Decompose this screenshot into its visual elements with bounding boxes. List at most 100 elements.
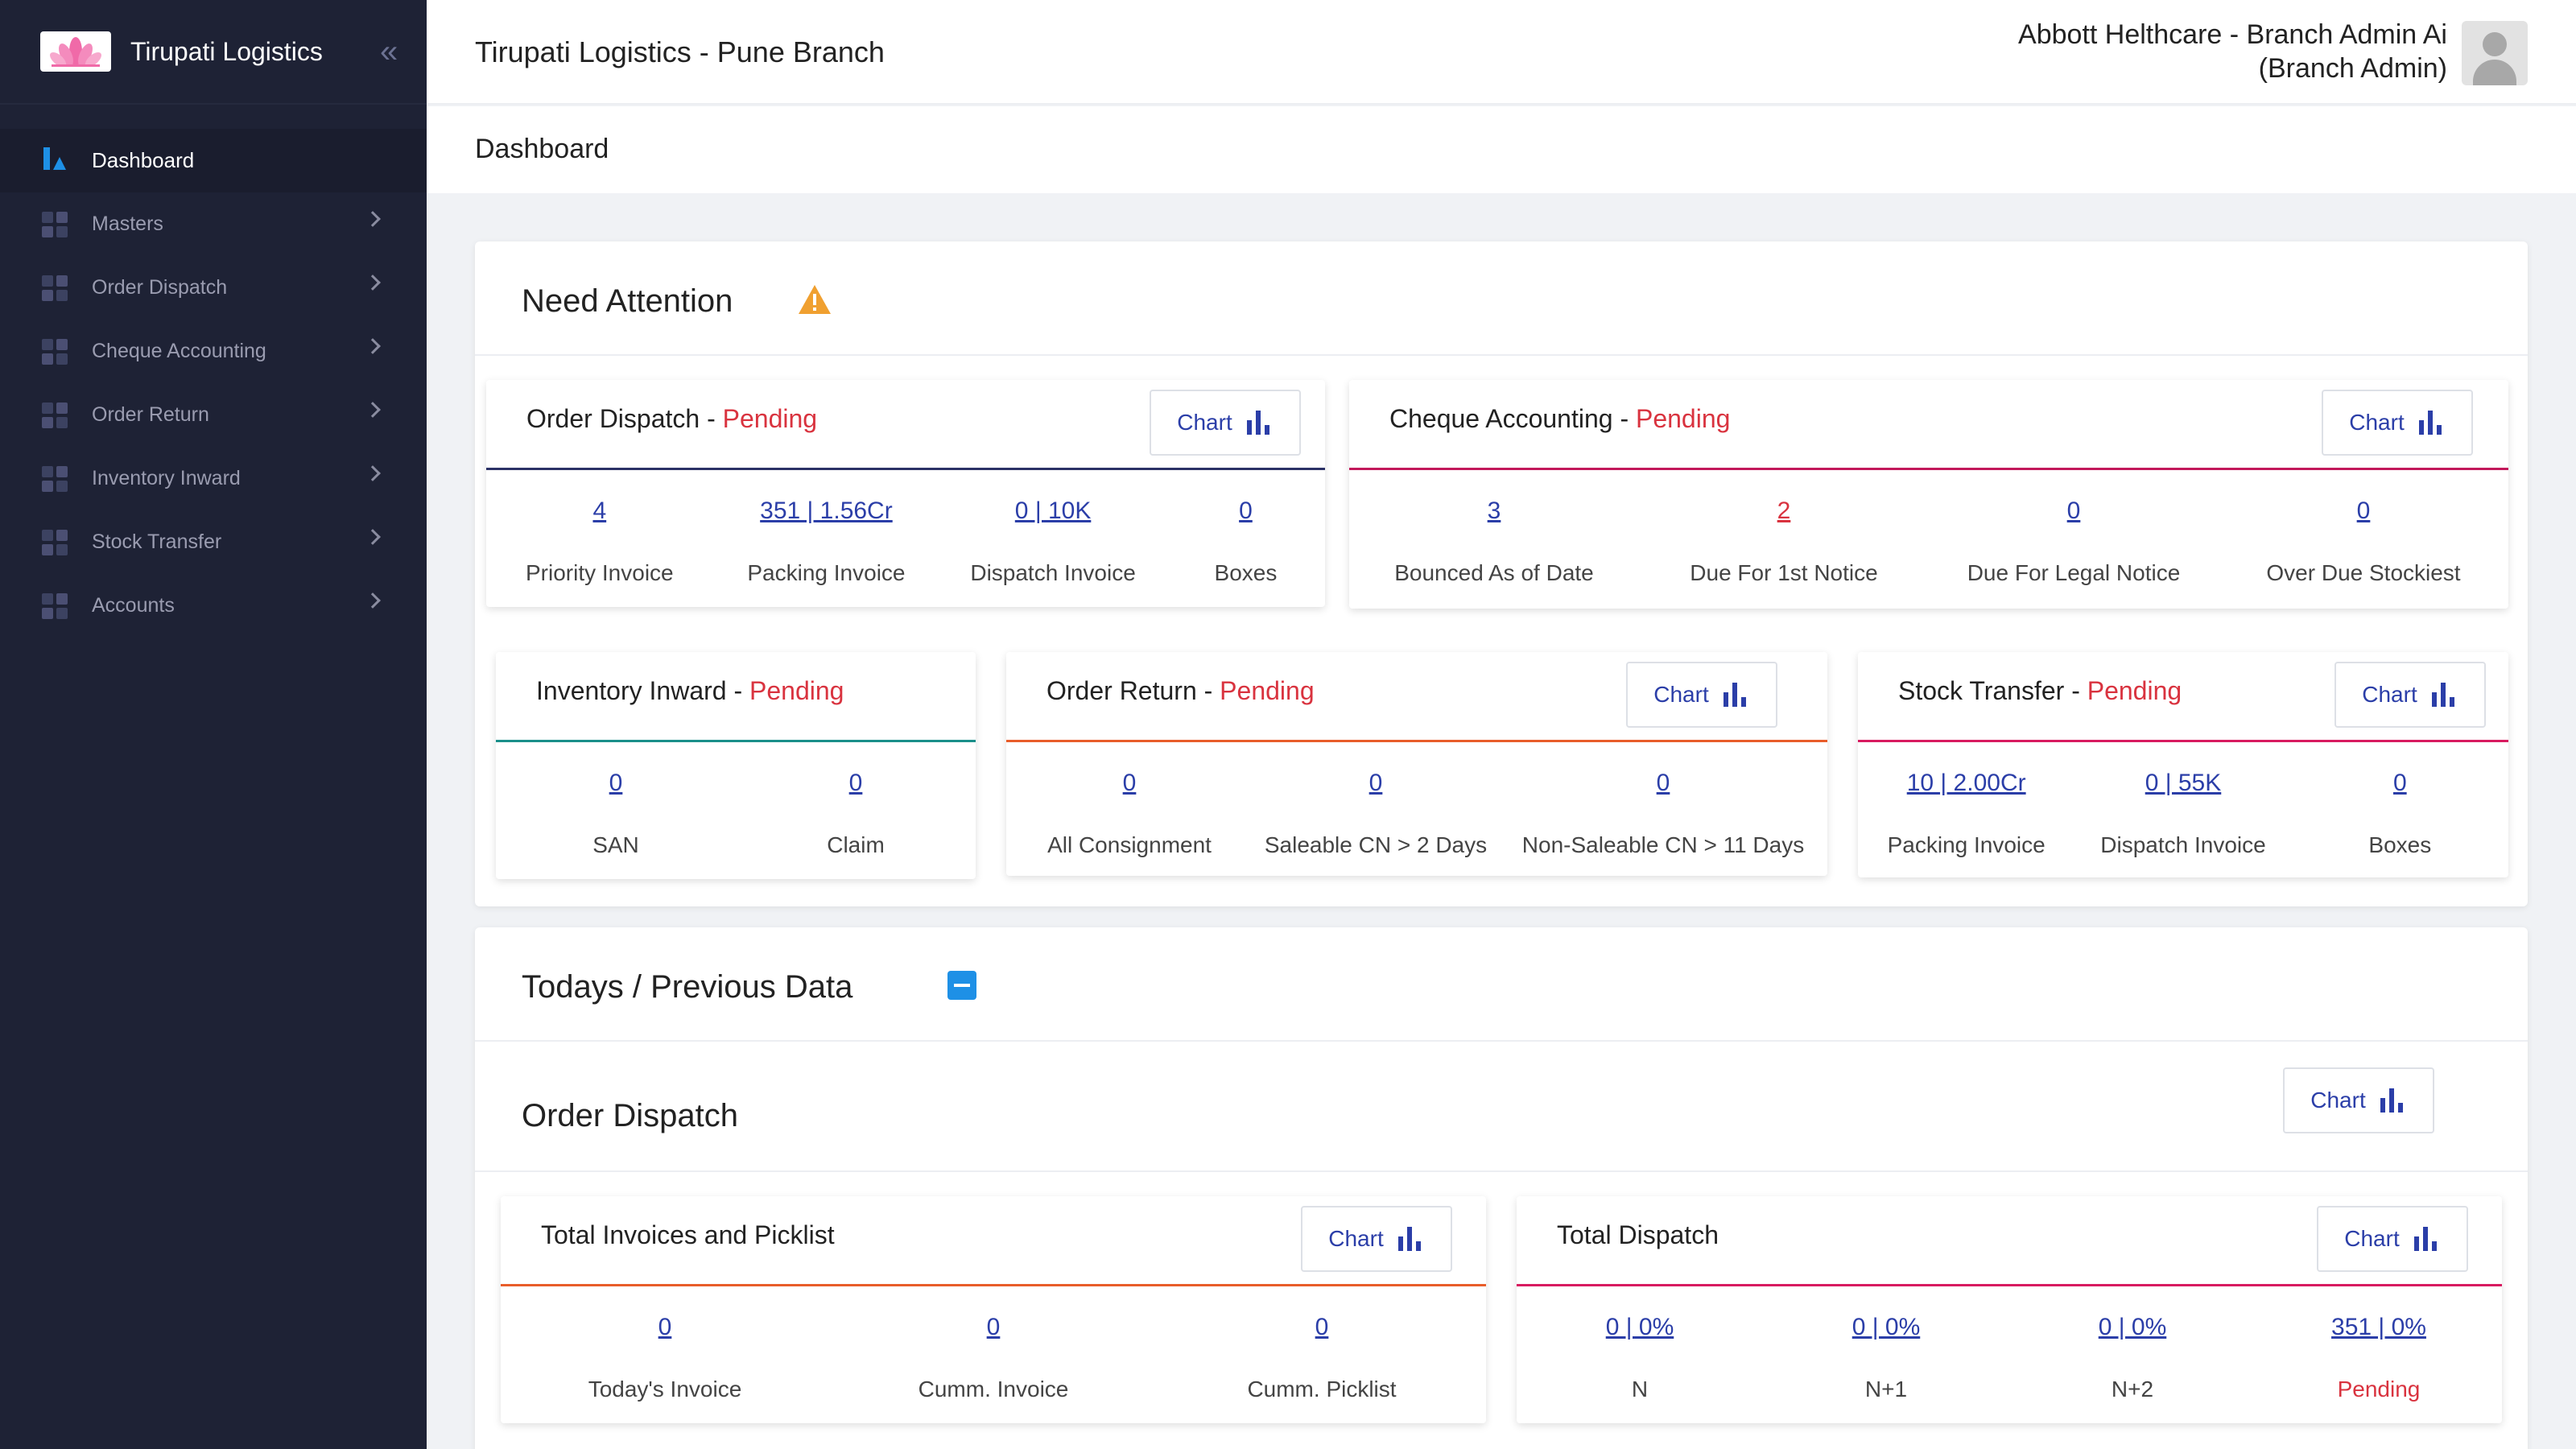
page-header: Dashboard (427, 106, 2576, 193)
sidebar-item-label: Cheque Accounting (92, 340, 266, 362)
metric-label: Saleable CN > 2 Days (1264, 832, 1488, 857)
metric-value[interactable]: 0 (2393, 770, 2407, 797)
card-title: Order Return - Pending (1046, 676, 1315, 705)
chevron-right-icon (365, 338, 381, 354)
chart-button[interactable]: Chart (2334, 662, 2486, 728)
sidebar-item-label: Order Return (92, 403, 209, 426)
metric-value[interactable]: 0 | 0% (1852, 1314, 1921, 1341)
metrics-row: 0 | 0% N 0 | 0% N+1 0 | 0% N+2 351 | 0% Pend… (1517, 1286, 2502, 1423)
card-header: Cheque Accounting - Pending Chart (1349, 380, 2508, 470)
branch-title: Tirupati Logistics - Pune Branch (475, 35, 885, 68)
card-header: Total Dispatch Chart (1517, 1196, 2502, 1286)
chart-button[interactable]: Chart (1150, 390, 1301, 456)
metric-label: Due For Legal Notice (1967, 560, 2181, 585)
metric-label: Pending (2337, 1377, 2421, 1402)
sidebar-item-dashboard[interactable]: Dashboard (0, 129, 427, 192)
metric-value[interactable]: 0 (1239, 497, 1253, 525)
metric-value[interactable]: 351 | 1.56Cr (760, 497, 893, 525)
grid-icon (42, 402, 68, 428)
order-dispatch-card: Order Dispatch - Pending Chart 4 Priority… (486, 380, 1325, 607)
stock-transfer-card: Stock Transfer - Pending Chart 10 | 2.00… (1858, 652, 2508, 877)
metrics-row: 0 All Consignment 0 Saleable CN > 2 Days 0… (1006, 742, 1827, 879)
metric: 351 | 0% Pending (2256, 1286, 2502, 1423)
collapse-sidebar-icon[interactable]: « (380, 35, 398, 68)
metric-value[interactable]: 0 (1369, 770, 1383, 797)
metric-value[interactable]: 0 (609, 770, 623, 797)
chart-button[interactable]: Chart (2317, 1206, 2468, 1272)
metric: 4 Priority Invoice (486, 470, 713, 607)
metric: 0 | 0% N+2 (2009, 1286, 2256, 1423)
metric-value[interactable]: 0 (2067, 497, 2081, 525)
metric: 0 Non-Saleable CN > 11 Days (1499, 742, 1827, 879)
metric-label: Today's Invoice (588, 1377, 742, 1402)
chart-button[interactable]: Chart (2322, 390, 2473, 456)
section-header: Todays / Previous Data (475, 927, 2528, 1042)
metric-label: Dispatch Invoice (970, 560, 1136, 585)
card-title: Inventory Inward - Pending (536, 676, 844, 705)
metric-value[interactable]: 0 (658, 1314, 672, 1341)
card-title: Order Dispatch - Pending (526, 404, 818, 433)
metric-value[interactable]: 0 | 0% (2099, 1314, 2167, 1341)
order-dispatch-subheader: Order Dispatch Chart (475, 1055, 2528, 1172)
metric: 0 Due For Legal Notice (1929, 470, 2219, 607)
sidebar-item-masters[interactable]: Masters (0, 192, 427, 256)
chevron-right-icon (365, 465, 381, 481)
metric: 0 Over Due Stockiest (2219, 470, 2508, 607)
grid-icon (42, 592, 68, 619)
order-return-card: Order Return - Pending Chart 0 All Consig… (1006, 652, 1827, 876)
metric-value[interactable]: 0 (849, 770, 863, 797)
sidebar-item-stock-transfer[interactable]: Stock Transfer (0, 510, 427, 574)
bar-chart-icon (2431, 683, 2458, 707)
card-header: Order Dispatch - Pending Chart (486, 380, 1325, 470)
sidebar-item-accounts[interactable]: Accounts (0, 574, 427, 638)
metric-value[interactable]: 351 | 0% (2331, 1314, 2426, 1341)
card-header: Stock Transfer - Pending Chart (1858, 652, 2508, 742)
brand: Tirupati Logistics « (0, 0, 427, 105)
metric-value[interactable]: 0 (1123, 770, 1137, 797)
metric: 0 Cumm. Picklist (1158, 1286, 1486, 1423)
chevron-right-icon (365, 529, 381, 545)
todays-data-section: Todays / Previous Data Order Dispatch Ch… (475, 927, 2528, 1449)
metric-value[interactable]: 2 (1777, 497, 1791, 525)
metric-label: All Consignment (1047, 832, 1212, 857)
sidebar-item-order-dispatch[interactable]: Order Dispatch (0, 256, 427, 320)
metric-value[interactable]: 0 (1315, 1314, 1329, 1341)
bar-chart-icon (2413, 1227, 2441, 1251)
metric-value[interactable]: 0 (987, 1314, 1001, 1341)
metrics-row: 3 Bounced As of Date 2 Due For 1st Notice … (1349, 470, 2508, 607)
sidebar-item-order-return[interactable]: Order Return (0, 383, 427, 447)
metric: 0 Boxes (1166, 470, 1325, 607)
chart-button[interactable]: Chart (1626, 662, 1777, 728)
metric-label: Due For 1st Notice (1690, 560, 1878, 585)
sidebar-item-inventory-inward[interactable]: Inventory Inward (0, 447, 427, 510)
user-role: (Branch Admin) (2258, 53, 2447, 84)
chevron-right-icon (365, 592, 381, 609)
metric-value[interactable]: 4 (592, 497, 606, 525)
metric-value[interactable]: 0 | 10K (1015, 497, 1092, 525)
total-dispatch-card: Total Dispatch Chart 0 | 0% N 0 | 0% N+1 0… (1517, 1196, 2502, 1423)
chevron-right-icon (365, 402, 381, 418)
chart-button[interactable]: Chart (1301, 1206, 1452, 1272)
user-info[interactable]: Abbott Helthcare - Branch Admin Ai (Bran… (2018, 18, 2447, 85)
metric-label: Boxes (2368, 832, 2432, 857)
metric-value[interactable]: 0 (1657, 770, 1670, 797)
card-header: Inventory Inward - Pending (496, 652, 976, 742)
metric-label: Packing Invoice (747, 560, 906, 585)
metric: 0 | 55K Dispatch Invoice (2074, 742, 2291, 879)
metric-label: Bounced As of Date (1394, 560, 1594, 585)
chart-button[interactable]: Chart (2283, 1067, 2434, 1133)
sidebar-item-cheque-accounting[interactable]: Cheque Accounting (0, 320, 427, 383)
card-title: Total Dispatch (1557, 1220, 1719, 1249)
metric: 0 | 0% N+1 (1763, 1286, 2009, 1423)
subsection-title: Order Dispatch (522, 1098, 738, 1133)
lotus-logo (40, 31, 111, 72)
metric-value[interactable]: 0 | 0% (1606, 1314, 1674, 1341)
brand-name: Tirupati Logistics (130, 36, 323, 66)
metrics-row: 10 | 2.00Cr Packing Invoice 0 | 55K Dispat… (1858, 742, 2508, 879)
metric-value[interactable]: 3 (1488, 497, 1501, 525)
avatar[interactable] (2462, 21, 2528, 85)
metric-value[interactable]: 10 | 2.00Cr (1907, 770, 2026, 797)
collapse-section-button[interactable] (947, 971, 976, 1000)
metric-value[interactable]: 0 | 55K (2145, 770, 2222, 797)
metric-value[interactable]: 0 (2357, 497, 2371, 525)
